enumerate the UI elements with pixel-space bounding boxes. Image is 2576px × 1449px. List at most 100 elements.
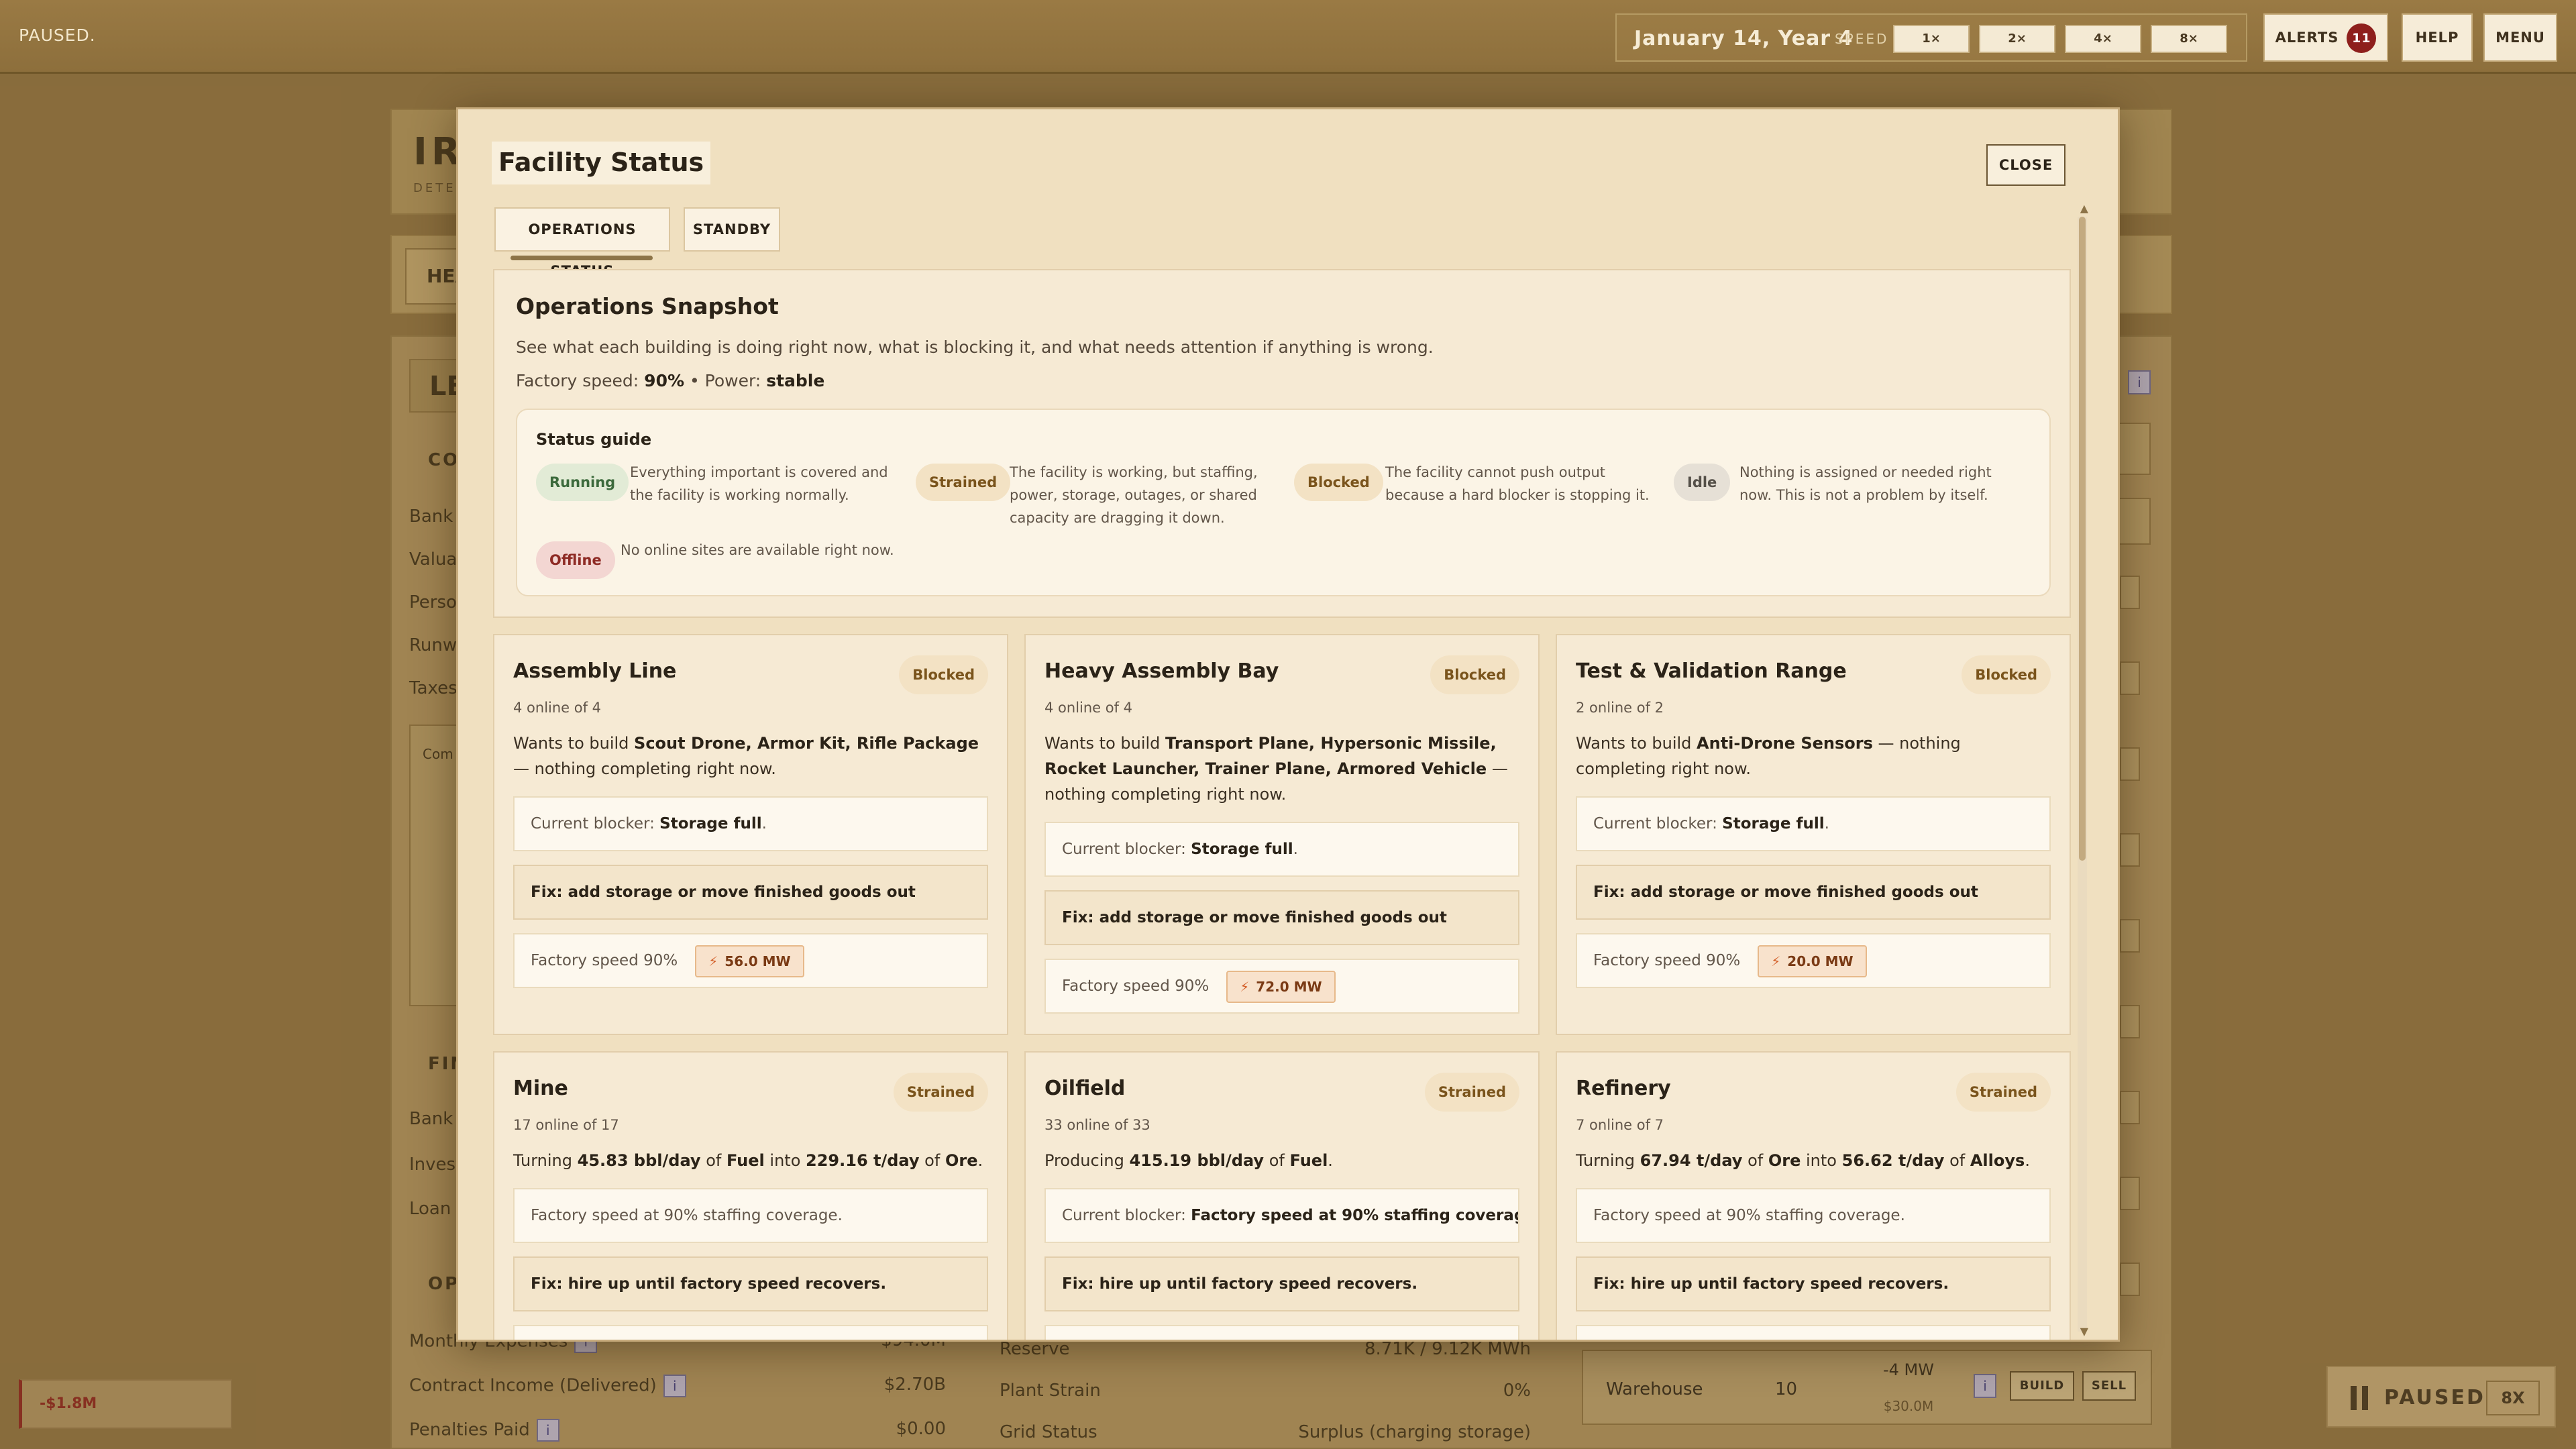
tab-operations-status[interactable]: OPERATIONS STATUS — [494, 207, 670, 279]
operations-snapshot: Operations Snapshot See what each buildi… — [493, 269, 2071, 618]
facility-card-assembly-line: Assembly Line Blocked 4 online of 4 Want… — [493, 634, 1008, 1035]
facility-card-mine: Mine Strained 17 online of 17 Turning 45… — [493, 1051, 1008, 1340]
facility-description: Wants to build Anti-Drone Sensors — noth… — [1576, 731, 2051, 782]
snapshot-meta: Factory speed: 90% • Power: stable — [516, 371, 824, 390]
flow-input-resource: Fuel — [726, 1151, 765, 1170]
factory-speed-row — [1576, 1325, 2051, 1340]
power-value: stable — [766, 371, 825, 390]
alerts-label: ALERTS — [2275, 30, 2339, 46]
speed-1x-button[interactable]: 1× — [1893, 25, 1970, 53]
facility-sites: 33 online of 33 — [1044, 1117, 1150, 1133]
scroll-up-icon[interactable]: ▲ — [2080, 202, 2088, 215]
flow-of: of — [706, 1151, 722, 1170]
modal-title-box: Facility Status — [492, 142, 711, 184]
scroll-down-icon[interactable]: ▼ — [2080, 1325, 2088, 1338]
flow-verb: Turning — [1576, 1151, 1635, 1170]
facility-description: Turning 67.94 t/day of Ore into 56.62 t/… — [1576, 1151, 2030, 1170]
power-badge: ⚡ 56.0 MW — [695, 945, 804, 977]
facility-status-pill: Strained — [1424, 1073, 1519, 1112]
flow-output-qty: 229.16 t/day — [806, 1151, 920, 1170]
factory-speed-row: Factory speed 90% ⚡ 72.0 MW — [1044, 959, 1519, 1014]
facility-name: Test & Validation Range — [1576, 659, 1847, 683]
facility-name: Assembly Line — [513, 659, 677, 683]
facility-status-pill: Blocked — [1962, 655, 2051, 694]
factory-speed-value: 90% — [644, 371, 685, 390]
factory-speed-text: Factory speed 90% — [1593, 952, 1741, 969]
facility-status-pill: Strained — [893, 1073, 988, 1112]
power-label: • Power: — [689, 371, 761, 390]
flow-verb: Turning — [513, 1151, 572, 1170]
speed-8x-button[interactable]: 8× — [2151, 25, 2227, 53]
lightning-icon: ⚡ — [1771, 953, 1781, 969]
power-badge: ⚡ 20.0 MW — [1758, 945, 1867, 977]
facility-card-oilfield: Oilfield Strained 33 online of 33 Produc… — [1024, 1051, 1540, 1340]
wants-items: Scout Drone, Armor Kit, Rifle Package — [634, 734, 979, 753]
blocker-label: Current blocker: — [1593, 815, 1717, 833]
wants-items: Anti-Drone Sensors — [1697, 734, 1873, 753]
fix-hint: Fix: add storage or move finished goods … — [1576, 865, 2051, 953]
lightning-icon: ⚡ — [708, 953, 718, 969]
current-blocker: Current blocker: Storage full. — [1576, 796, 2051, 851]
flow-of: of — [1949, 1151, 1966, 1170]
facility-name: Mine — [513, 1077, 568, 1100]
status-description: No online sites are available right now. — [621, 542, 894, 558]
top-bar: PAUSED. January 14, Year 4 SPEED 1× 2× 4… — [0, 0, 2576, 74]
scrollbar-thumb[interactable] — [2079, 217, 2086, 861]
fix-hint: Fix: add storage or move finished goods … — [1044, 890, 1519, 979]
wants-prefix: Wants to build — [1044, 734, 1161, 753]
wants-prefix: Wants to build — [513, 734, 629, 753]
factory-speed-text: Factory speed 90% — [1062, 977, 1210, 995]
close-button[interactable]: CLOSE — [1986, 144, 2065, 186]
power-draw: 72.0 MW — [1256, 978, 1322, 995]
facility-description: Turning 45.83 bbl/day of Fuel into 229.1… — [513, 1151, 983, 1170]
produce-resource: Fuel — [1289, 1151, 1328, 1170]
power-draw: 56.0 MW — [724, 953, 791, 969]
status-pill-idle: Idle — [1674, 464, 1731, 501]
lightning-icon: ⚡ — [1240, 978, 1250, 995]
fix-hint: Fix: add storage or move finished goods … — [513, 865, 988, 953]
produce-of: of — [1269, 1151, 1285, 1170]
flow-output-qty: 56.62 t/day — [1841, 1151, 1945, 1170]
status-pill-strained: Strained — [916, 464, 1011, 501]
alerts-button[interactable]: ALERTS 11 — [2263, 13, 2388, 62]
status-pill-offline: Offline — [536, 541, 615, 579]
fix-hint: Fix: hire up until factory speed recover… — [1576, 1256, 2051, 1311]
speed-2x-button[interactable]: 2× — [1979, 25, 2055, 53]
facility-sites: 17 online of 17 — [513, 1117, 619, 1133]
fix-hint: Fix: hire up until factory speed recover… — [1044, 1256, 1519, 1311]
blocker-label: Current blocker: — [531, 815, 655, 833]
current-blocker: Current blocker: Storage full. — [513, 796, 988, 851]
facility-sites: 4 online of 4 — [1044, 700, 1133, 716]
wants-suffix: — nothing completing right now. — [513, 759, 776, 778]
help-button[interactable]: HELP — [2402, 13, 2473, 62]
menu-button[interactable]: MENU — [2483, 13, 2557, 62]
status-description: Everything important is covered and the … — [630, 464, 888, 503]
flow-input-resource: Ore — [1768, 1151, 1801, 1170]
wants-prefix: Wants to build — [1576, 734, 1692, 753]
tab-standby[interactable]: STANDBY — [684, 207, 780, 252]
facility-sites: 7 online of 7 — [1576, 1117, 1664, 1133]
flow-of: of — [1748, 1151, 1764, 1170]
blocker-label: Current blocker: — [1062, 1207, 1186, 1224]
factory-speed-row: Factory speed 90% ⚡ 56.0 MW — [513, 933, 988, 988]
factory-speed-label: Factory speed: — [516, 371, 639, 390]
facility-sites: 2 online of 2 — [1576, 700, 1664, 716]
status-guide: Status guide Running Everything importan… — [516, 409, 2051, 596]
status-pill-running: Running — [536, 464, 629, 501]
current-date: January 14, Year 4 — [1634, 27, 1854, 50]
power-badge: ⚡ 72.0 MW — [1226, 970, 1336, 1003]
facility-name: Refinery — [1576, 1077, 1671, 1100]
facility-name: Heavy Assembly Bay — [1044, 659, 1279, 683]
active-tab-indicator — [511, 256, 653, 260]
blocker-label: Current blocker: — [1062, 841, 1186, 858]
facility-description: Wants to build Transport Plane, Hyperson… — [1044, 731, 1519, 807]
flow-output-resource: Alloys — [1970, 1151, 2025, 1170]
speed-4x-button[interactable]: 4× — [2065, 25, 2141, 53]
blocker-value: Storage full — [659, 815, 762, 833]
alerts-count-badge: 11 — [2347, 23, 2377, 53]
facility-status-pill: Blocked — [899, 655, 988, 694]
produce-qty: 415.19 bbl/day — [1129, 1151, 1265, 1170]
facility-status-pill: Blocked — [1430, 655, 1519, 694]
blocker-value: Storage full — [1722, 815, 1825, 833]
produce-verb: Producing — [1044, 1151, 1124, 1170]
